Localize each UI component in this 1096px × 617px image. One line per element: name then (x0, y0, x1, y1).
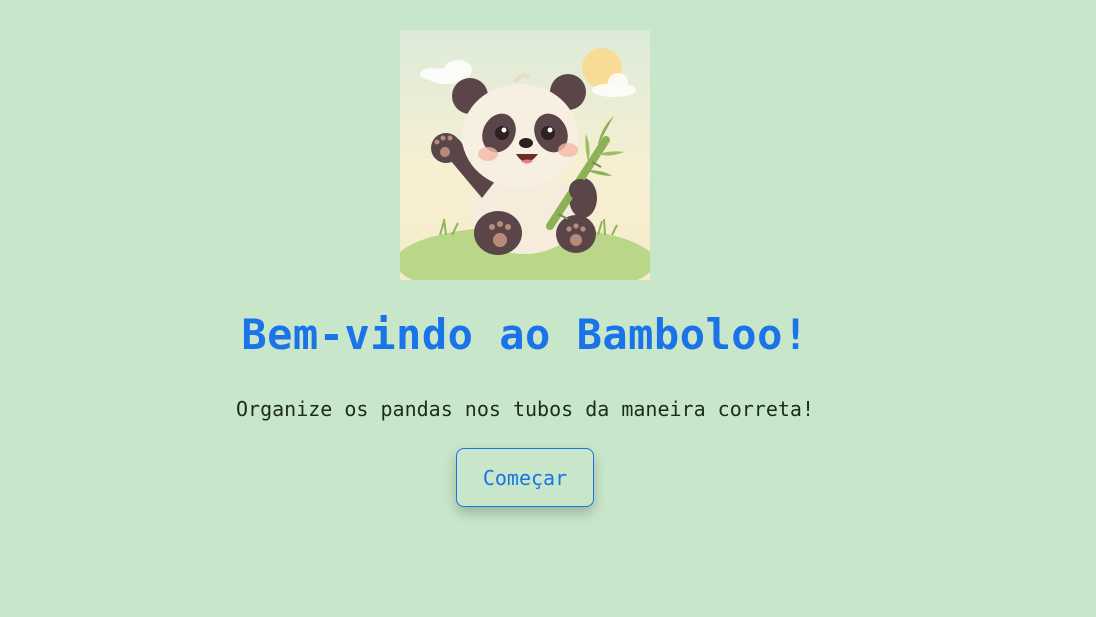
page-subtitle: Organize os pandas nos tubos da maneira … (236, 397, 814, 421)
welcome-screen: Bem-vindo ao Bamboloo! Organize os panda… (0, 0, 1096, 617)
start-button[interactable]: Começar (456, 448, 594, 507)
panda-nose (519, 138, 533, 148)
panda-cheek (558, 143, 578, 157)
page-title: Bem-vindo ao Bamboloo! (241, 310, 809, 359)
panda-left-foot (474, 211, 522, 255)
panda-cheek (478, 147, 498, 161)
panda-mascot-image (400, 30, 650, 280)
